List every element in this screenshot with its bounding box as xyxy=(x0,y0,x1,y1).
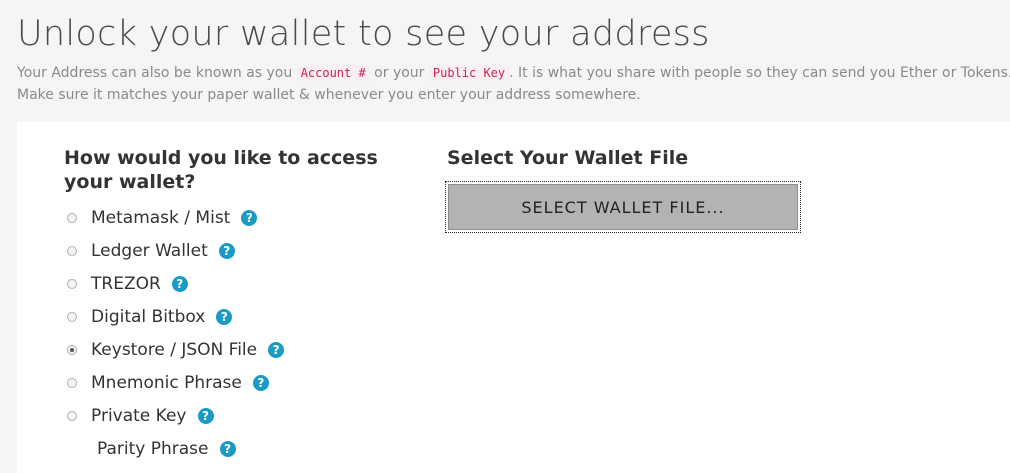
ledger-radio[interactable] xyxy=(67,245,77,256)
help-icon[interactable]: ? xyxy=(219,440,236,457)
intro-text-line2: Make sure it matches your paper wallet &… xyxy=(17,87,641,103)
trezor-radio[interactable] xyxy=(67,278,77,289)
wallet-file-heading: Select Your Wallet File xyxy=(447,147,689,169)
unlock-wallet-page: Unlock your wallet to see your address Y… xyxy=(0,0,1010,473)
page-title: Unlock your wallet to see your address xyxy=(17,14,710,54)
keystore-radio[interactable] xyxy=(67,344,77,355)
select-wallet-file-label: SELECT WALLET FILE... xyxy=(448,184,798,230)
option-label: Digital Bitbox xyxy=(91,306,206,327)
wallet-file-section: Select Your Wallet File SELECT WALLET FI… xyxy=(445,146,807,233)
option-private-key[interactable]: Private Key ? xyxy=(64,399,414,432)
help-icon[interactable]: ? xyxy=(241,209,258,226)
option-label: TREZOR xyxy=(91,273,161,294)
metamask-radio[interactable] xyxy=(67,212,77,223)
help-icon[interactable]: ? xyxy=(252,374,269,391)
help-icon[interactable]: ? xyxy=(197,407,214,424)
digital-bitbox-radio[interactable] xyxy=(67,311,77,322)
account-code-label: Account # xyxy=(296,65,370,81)
select-wallet-file-button[interactable]: SELECT WALLET FILE... xyxy=(445,181,801,233)
option-mnemonic-phrase[interactable]: Mnemonic Phrase ? xyxy=(64,366,414,399)
access-method-heading: How would you like to access your wallet… xyxy=(64,147,378,193)
wallet-access-panel: How would you like to access your wallet… xyxy=(17,122,1010,473)
option-label: Parity Phrase xyxy=(97,438,209,459)
intro-text-part: or your xyxy=(369,65,429,81)
option-ledger-wallet[interactable]: Ledger Wallet ? xyxy=(64,234,414,267)
mnemonic-radio[interactable] xyxy=(67,377,77,388)
access-method-options: Metamask / Mist ? Ledger Wallet ? TREZOR… xyxy=(64,201,414,465)
option-label: Private Key xyxy=(91,405,187,426)
option-parity-phrase[interactable]: Parity Phrase ? xyxy=(64,432,414,465)
intro-text-part: Your Address can also be known as you xyxy=(17,65,297,81)
option-keystore-json-file[interactable]: Keystore / JSON File ? xyxy=(64,333,414,366)
help-icon[interactable]: ? xyxy=(218,242,235,259)
access-method-section: How would you like to access your wallet… xyxy=(64,146,414,465)
private-key-radio[interactable] xyxy=(67,410,77,421)
option-label: Ledger Wallet xyxy=(91,240,208,261)
help-icon[interactable]: ? xyxy=(268,341,285,358)
option-digital-bitbox[interactable]: Digital Bitbox ? xyxy=(64,300,414,333)
help-icon[interactable]: ? xyxy=(171,275,188,292)
public-key-code-label: Public Key xyxy=(428,65,510,81)
option-label: Metamask / Mist xyxy=(91,207,231,228)
option-label: Mnemonic Phrase xyxy=(91,372,242,393)
intro-text: Your Address can also be known as you Ac… xyxy=(17,62,1010,106)
intro-text-part: . It is what you share with people so th… xyxy=(509,65,1010,81)
help-icon[interactable]: ? xyxy=(216,308,233,325)
option-trezor[interactable]: TREZOR ? xyxy=(64,267,414,300)
option-metamask-mist[interactable]: Metamask / Mist ? xyxy=(64,201,414,234)
option-label: Keystore / JSON File xyxy=(91,339,258,360)
